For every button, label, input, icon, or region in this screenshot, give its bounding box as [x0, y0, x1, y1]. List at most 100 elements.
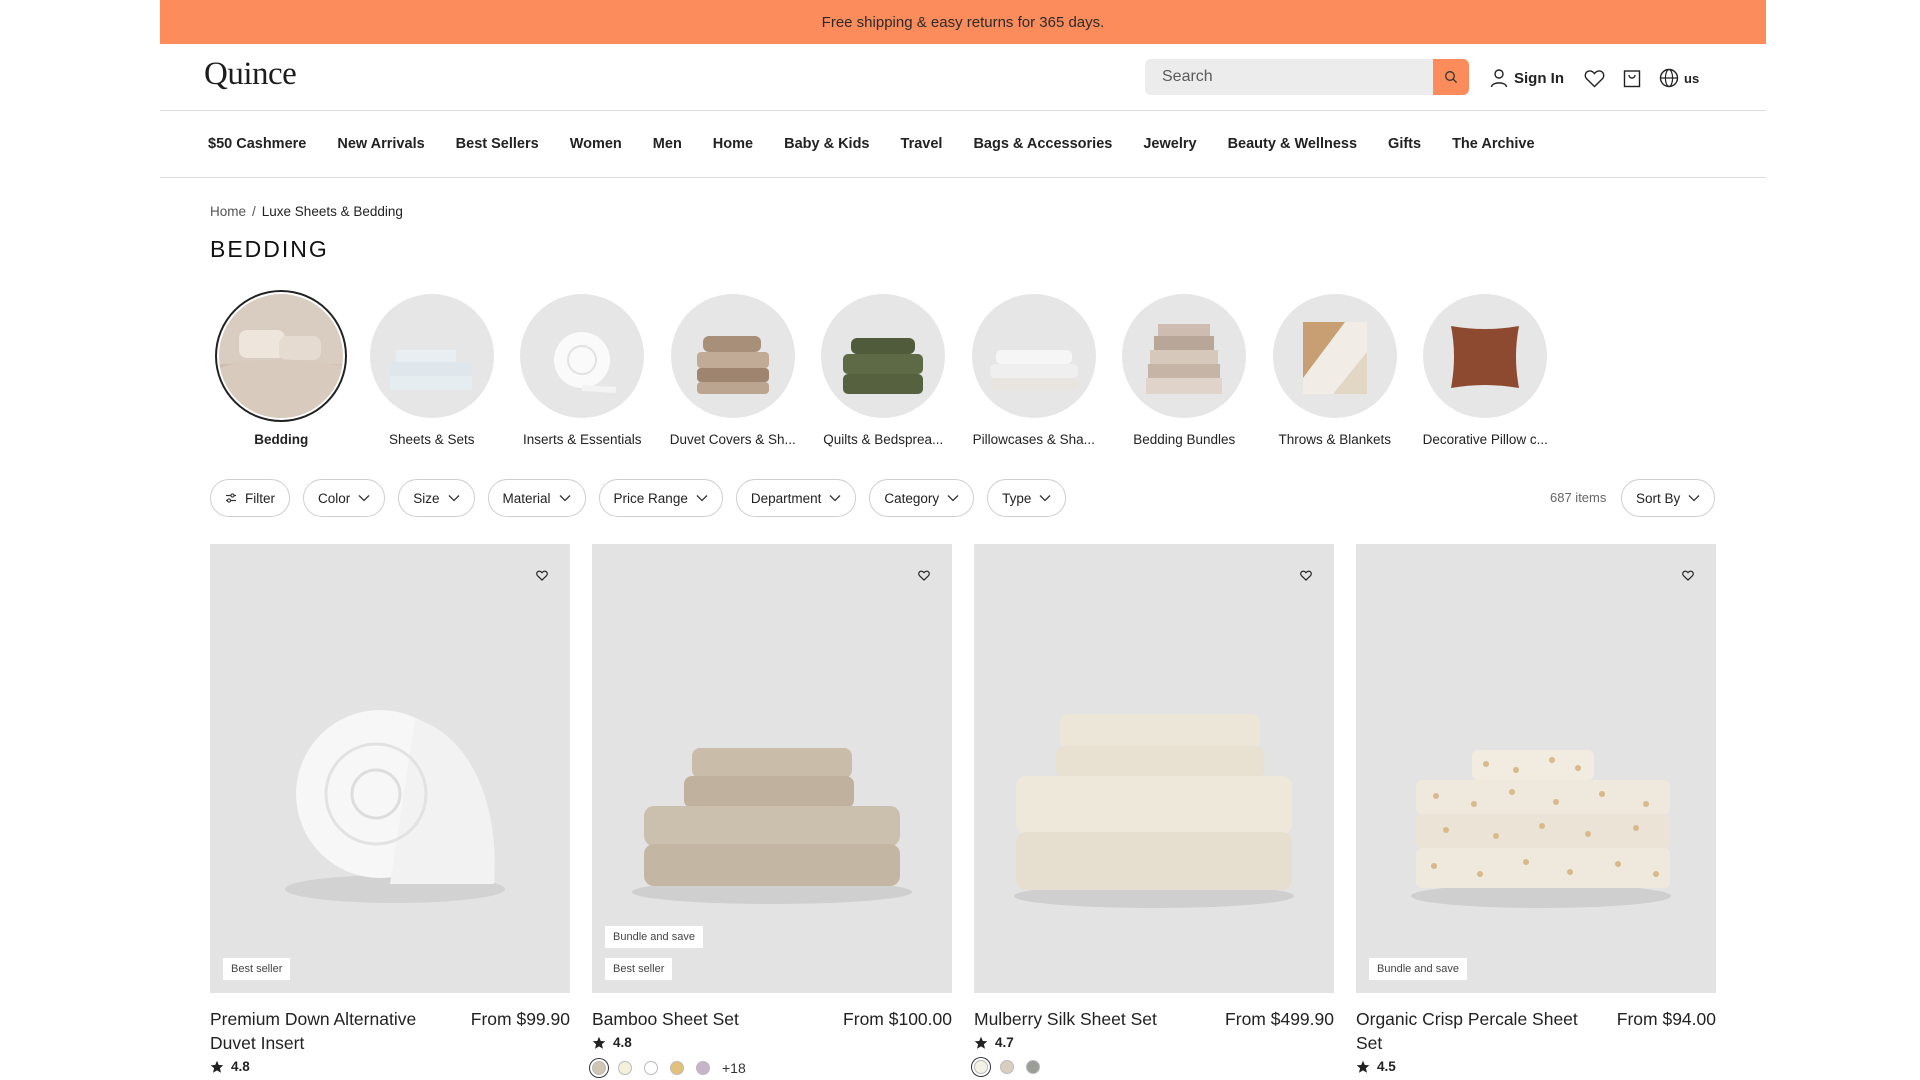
user-icon	[1490, 69, 1508, 88]
nav-item-men[interactable]: Men	[653, 136, 682, 152]
product-info: Organic Crisp Percale Sheet Set From $94…	[1356, 1007, 1716, 1055]
sort-by-dropdown[interactable]: Sort By	[1621, 479, 1716, 517]
price-range-filter-dropdown[interactable]: Price Range	[598, 479, 723, 517]
product-image[interactable]: Bundle and save Best seller	[592, 544, 952, 993]
wishlist-button[interactable]	[1584, 69, 1605, 88]
nav-item-bags-accessories[interactable]: Bags & Accessories	[973, 136, 1112, 152]
dropdown-label: Type	[1002, 490, 1032, 506]
product-card[interactable]: Bundle and save Organic Crisp Percale Sh…	[1356, 544, 1716, 1076]
more-colors-count[interactable]: +18	[722, 1060, 746, 1076]
region-label: us	[1684, 70, 1700, 86]
rating-value: 4.7	[995, 1035, 1014, 1050]
chevron-down-icon	[1039, 495, 1051, 502]
color-swatch[interactable]	[974, 1060, 988, 1074]
category-label: Decorative Pillow c...	[1422, 432, 1548, 447]
color-swatches	[974, 1060, 1334, 1074]
site-header: Quince Sign In us	[160, 44, 1766, 111]
product-grid: Best seller Premium Down Alternative Duv…	[210, 544, 1716, 1076]
product-info: Bamboo Sheet Set From $100.00	[592, 1007, 952, 1031]
nav-item-new-arrivals[interactable]: New Arrivals	[337, 136, 424, 152]
nav-item-archive[interactable]: The Archive	[1452, 136, 1534, 152]
chevron-down-icon	[559, 495, 571, 502]
category-label: Bedding	[254, 432, 309, 447]
search-button[interactable]	[1433, 59, 1469, 95]
size-filter-dropdown[interactable]: Size	[398, 479, 475, 517]
star-icon	[592, 1036, 606, 1049]
dropdown-label: Size	[413, 490, 440, 506]
breadcrumb-current[interactable]: Luxe Sheets & Bedding	[262, 204, 403, 219]
favorite-button[interactable]	[918, 568, 930, 586]
sort-label: Sort By	[1636, 490, 1681, 506]
nav-item-cashmere[interactable]: $50 Cashmere	[208, 136, 306, 152]
filter-button[interactable]: Filter	[210, 479, 290, 517]
badge-group: Bundle and save	[1369, 958, 1467, 980]
category-decorative-pillows[interactable]: Decorative Pillow c...	[1410, 294, 1561, 447]
nav-item-jewelry[interactable]: Jewelry	[1143, 136, 1196, 152]
product-image[interactable]: Bundle and save	[1356, 544, 1716, 993]
bundle-image	[1122, 294, 1247, 418]
favorite-button[interactable]	[1682, 568, 1694, 586]
category-bundles[interactable]: Bedding Bundles	[1109, 294, 1260, 447]
region-selector[interactable]: us	[1659, 68, 1699, 88]
product-card[interactable]: Bundle and save Best seller Bamboo Sheet…	[592, 544, 952, 1076]
sign-in-label: Sign In	[1514, 69, 1564, 87]
nav-item-women[interactable]: Women	[570, 136, 622, 152]
color-swatch[interactable]	[696, 1061, 710, 1075]
promo-text: Free shipping & easy returns for 365 day…	[821, 13, 1105, 31]
category-quilts[interactable]: Quilts & Bedsprea...	[808, 294, 959, 447]
color-swatch[interactable]	[592, 1061, 606, 1075]
badge-group: Bundle and save Best seller	[605, 926, 703, 980]
product-info: Premium Down Alternative Duvet Insert Fr…	[210, 1007, 570, 1055]
search-input[interactable]	[1145, 59, 1433, 95]
filter-bar: Filter Color Size Material Price Range D…	[210, 479, 1067, 517]
color-swatch[interactable]	[670, 1061, 684, 1075]
favorite-button[interactable]	[1300, 568, 1312, 586]
nav-item-best-sellers[interactable]: Best Sellers	[456, 136, 539, 152]
site-logo[interactable]: Quince	[204, 56, 297, 93]
category-throws[interactable]: Throws & Blankets	[1260, 294, 1411, 447]
dropdown-label: Department	[750, 490, 822, 506]
product-image[interactable]: Best seller	[210, 544, 570, 993]
nav-item-gifts[interactable]: Gifts	[1388, 136, 1421, 152]
category-carousel: Bedding Sheets & Sets Inserts & Essentia…	[206, 294, 1561, 447]
nav-item-travel[interactable]: Travel	[901, 136, 943, 152]
search-icon	[1445, 71, 1458, 84]
type-filter-dropdown[interactable]: Type	[987, 479, 1067, 517]
color-filter-dropdown[interactable]: Color	[303, 479, 386, 517]
product-card[interactable]: Mulberry Silk Sheet Set From $499.90 4.7	[974, 544, 1334, 1076]
nav-item-baby-kids[interactable]: Baby & Kids	[784, 136, 869, 152]
product-name[interactable]: Organic Crisp Percale Sheet Set	[1356, 1007, 1586, 1055]
nav-item-home[interactable]: Home	[713, 136, 753, 152]
product-name[interactable]: Premium Down Alternative Duvet Insert	[210, 1007, 440, 1055]
category-inserts[interactable]: Inserts & Essentials	[507, 294, 658, 447]
product-card[interactable]: Best seller Premium Down Alternative Duv…	[210, 544, 570, 1076]
department-filter-dropdown[interactable]: Department	[735, 479, 857, 517]
sign-in-link[interactable]: Sign In	[1490, 68, 1564, 88]
page-frame: Free shipping & easy returns for 365 day…	[160, 0, 1766, 1080]
quilt-image	[821, 294, 946, 418]
product-name[interactable]: Bamboo Sheet Set	[592, 1007, 739, 1031]
cart-button[interactable]	[1623, 68, 1641, 88]
chevron-down-icon	[358, 495, 370, 502]
category-label: Quilts & Bedsprea...	[823, 432, 944, 447]
category-sheets-sets[interactable]: Sheets & Sets	[357, 294, 508, 447]
category-bedding[interactable]: Bedding	[206, 294, 357, 447]
category-filter-dropdown[interactable]: Category	[869, 479, 975, 517]
color-swatch[interactable]	[1026, 1060, 1040, 1074]
category-pillowcases[interactable]: Pillowcases & Sha...	[959, 294, 1110, 447]
material-filter-dropdown[interactable]: Material	[487, 479, 586, 517]
nav-item-beauty-wellness[interactable]: Beauty & Wellness	[1228, 136, 1357, 152]
category-duvet-covers[interactable]: Duvet Covers & Sh...	[658, 294, 809, 447]
color-swatch[interactable]	[644, 1061, 658, 1075]
heart-icon	[918, 570, 930, 581]
breadcrumb-home[interactable]: Home	[210, 204, 246, 219]
color-swatch[interactable]	[618, 1061, 632, 1075]
product-price: From $499.90	[1225, 1009, 1334, 1029]
category-label: Sheets & Sets	[388, 432, 475, 447]
product-name[interactable]: Mulberry Silk Sheet Set	[974, 1007, 1157, 1031]
favorite-button[interactable]	[536, 568, 548, 586]
duvet-insert-illustration	[285, 710, 505, 903]
color-swatch[interactable]	[1000, 1060, 1014, 1074]
product-image[interactable]	[974, 544, 1334, 993]
rating-value: 4.8	[613, 1035, 632, 1050]
